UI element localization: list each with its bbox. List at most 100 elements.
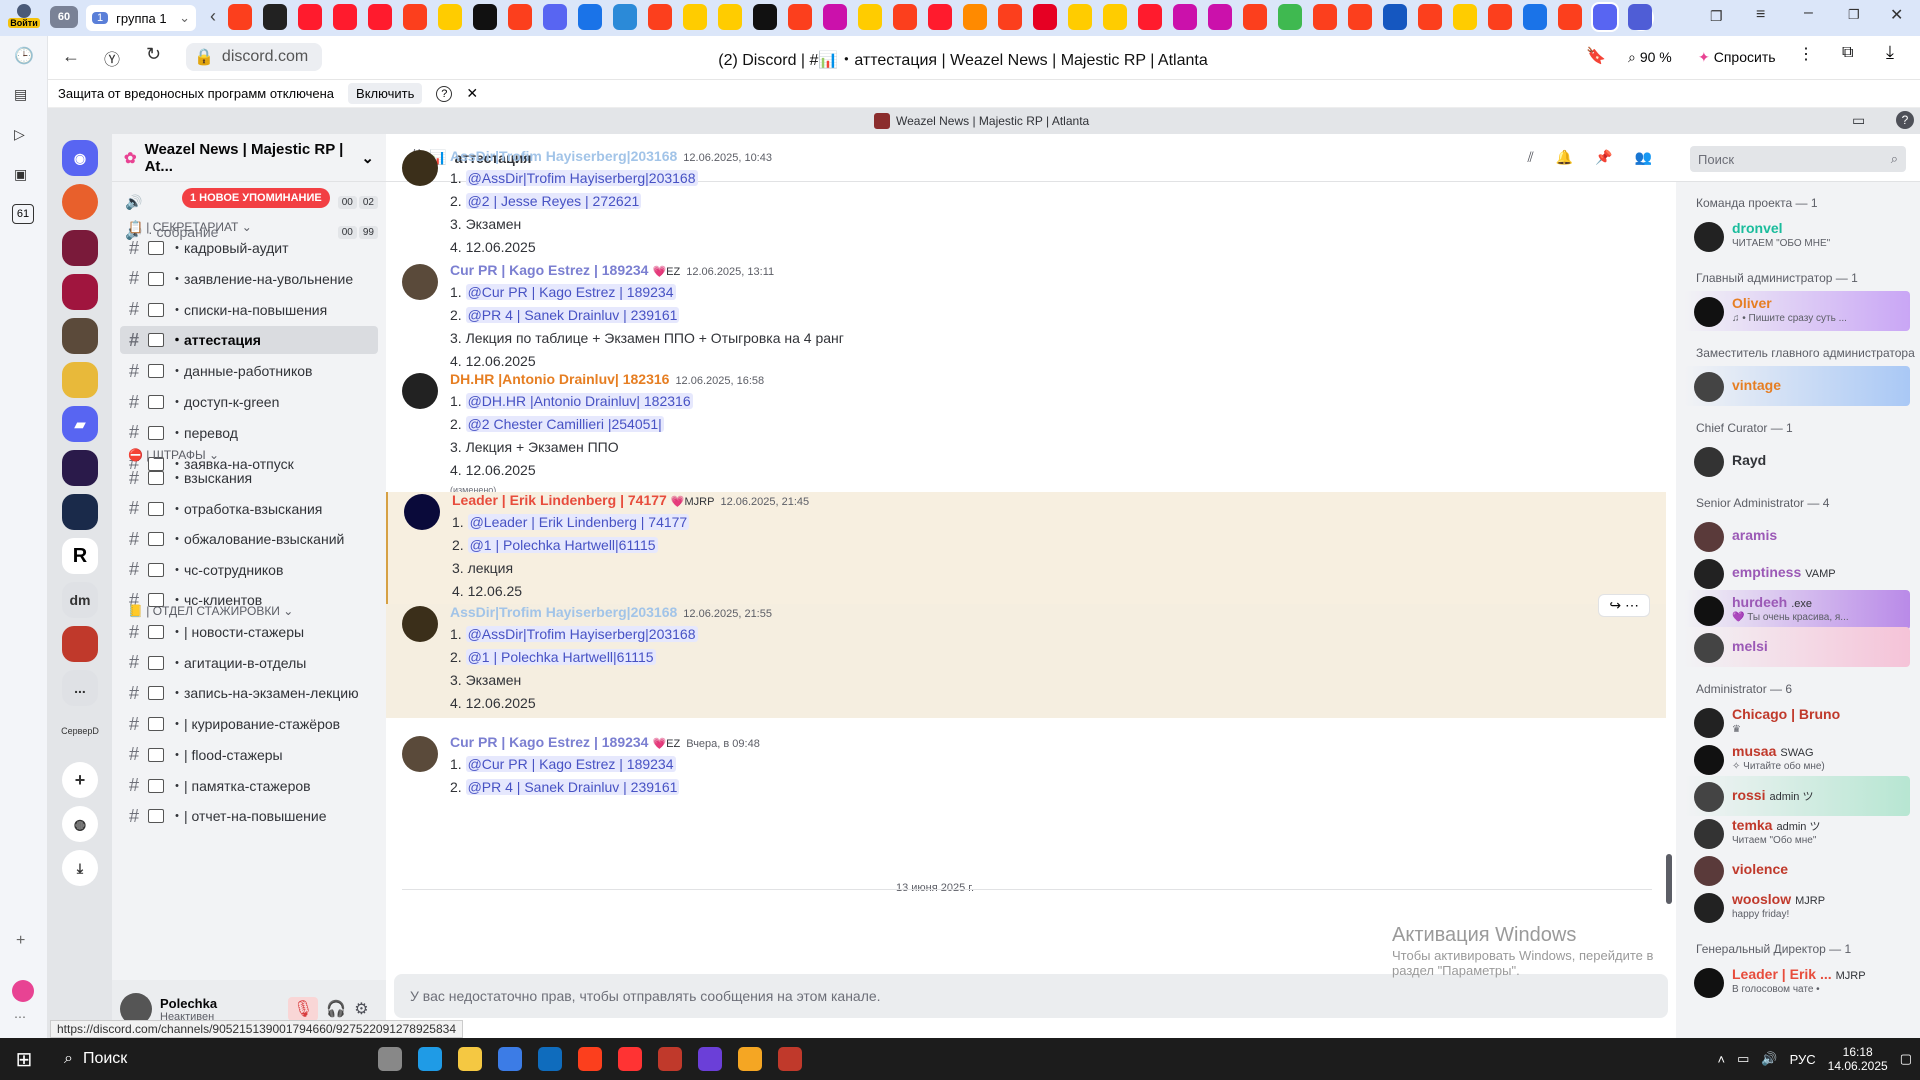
avatar[interactable] — [402, 150, 438, 186]
author-name[interactable]: Cur PR | Kago Estrez | 189234 — [450, 262, 648, 278]
member-item[interactable]: hurdeeh .exe 💜 Ты очень красива, я... — [1684, 590, 1910, 630]
play-icon[interactable] — [858, 4, 882, 30]
member-item[interactable]: violence — [1684, 850, 1910, 890]
server-icon-brown[interactable] — [62, 318, 98, 354]
message[interactable]: Leader | Erik Lindenberg | 74177 💗MJRP 12.… — [386, 492, 1666, 606]
yandex-browser-icon[interactable] — [578, 1047, 602, 1071]
yandex-icon[interactable] — [1558, 4, 1582, 30]
back-icon[interactable]: ← — [62, 46, 80, 67]
gallery-icon[interactable]: ▣ — [14, 166, 27, 183]
author-name[interactable]: DH.HR |Antonio Drainluv| 182316 — [450, 371, 669, 387]
server-icon-red[interactable] — [62, 230, 98, 266]
network-icon[interactable]: ▭ — [1737, 1051, 1749, 1067]
channel-item[interactable]: # ・отработка-взыскания — [120, 495, 378, 523]
message[interactable]: Cur PR | Kago Estrez | 189234 💗EZ 12.06.20… — [386, 262, 1666, 376]
yandex-icon[interactable] — [1313, 4, 1337, 30]
store-icon[interactable] — [498, 1047, 522, 1071]
category-secretariat[interactable]: 📋 | СЕКРЕТАРИАТ ⌄ — [128, 220, 252, 234]
member-item[interactable]: Chicago | Bruno ♛ — [1684, 702, 1910, 742]
yandex-icon[interactable] — [403, 4, 427, 30]
member-item[interactable]: dronvel ЧИТАЕМ "ОБО МНЕ" — [1684, 216, 1910, 256]
task-view-icon[interactable] — [378, 1047, 402, 1071]
message-author[interactable]: Leader | Erik Lindenberg | 74177 💗MJRP 12.… — [452, 492, 809, 508]
scrollbar-thumb[interactable] — [1666, 854, 1672, 904]
message-author[interactable]: Cur PR | Kago Estrez | 189234 💗EZ Вчера, в… — [450, 734, 760, 750]
add-server-icon[interactable]: + — [62, 762, 98, 798]
discover-icon[interactable]: ◍ — [62, 806, 98, 842]
folder-icon[interactable]: ▰ — [62, 406, 98, 442]
avatar[interactable] — [402, 264, 438, 300]
play-icon[interactable] — [1453, 4, 1477, 30]
message[interactable]: DH.HR |Antonio Drainluv| 182316 12.06.202… — [386, 371, 1666, 501]
member-item[interactable]: emptiness VAMP — [1684, 553, 1910, 593]
play-icon[interactable] — [438, 4, 462, 30]
category-fines[interactable]: ⛔ | ШТРАФЫ ⌄ — [128, 448, 219, 462]
user-mention[interactable]: @2 Chester Camillieri |254051| — [465, 416, 664, 432]
r-square-icon[interactable] — [473, 4, 497, 30]
download-apps-icon[interactable]: ⤓ — [62, 850, 98, 886]
close-window-icon[interactable]: ✕ — [1890, 5, 1903, 25]
play-icon[interactable] — [718, 4, 742, 30]
game2-icon[interactable] — [778, 1047, 802, 1071]
zoom-pill[interactable]: ⌕ 90 % — [1628, 43, 1672, 71]
member-item[interactable]: Leader | Erik ... MJRP В голосовом чате • — [1684, 962, 1910, 1002]
server-icon-fire[interactable] — [62, 184, 98, 220]
hd-icon[interactable] — [1278, 4, 1302, 30]
yandex-icon[interactable] — [788, 4, 812, 30]
yandex-icon[interactable] — [1243, 4, 1267, 30]
badge-icon[interactable]: 61 — [12, 204, 34, 224]
avatar[interactable] — [402, 736, 438, 772]
channel-item[interactable]: # ・кадровый-аудит — [120, 234, 378, 262]
more-options-icon[interactable]: ⋮ — [1798, 44, 1814, 64]
enable-button[interactable]: Включить — [348, 83, 423, 104]
help-icon[interactable]: ? — [1896, 111, 1914, 129]
message-author[interactable]: Cur PR | Kago Estrez | 189234 💗EZ 12.06.20… — [450, 262, 774, 278]
headphones-icon[interactable]: 🎧 — [326, 999, 346, 1019]
restore-icon[interactable]: ❐ — [1848, 7, 1860, 23]
more-icon[interactable]: ⋯ — [14, 1010, 26, 1024]
add-panel-icon[interactable]: + — [16, 932, 25, 950]
author-name[interactable]: AssDir|Trofim Hayiserberg|203168 — [450, 604, 677, 620]
notifications-icon[interactable]: ▢ — [1900, 1051, 1912, 1067]
server-icon-red2[interactable] — [62, 626, 98, 662]
channel-item[interactable]: # ・| курирование-стажёров — [120, 710, 378, 738]
profile-button[interactable]: Войти — [8, 2, 40, 34]
member-item[interactable]: temka admin ツ Читаем "Обо мне" — [1684, 813, 1910, 853]
clock[interactable]: 16:18 14.06.2025 — [1828, 1045, 1888, 1073]
message[interactable]: Cur PR | Kago Estrez | 189234 💗EZ Вчера, в… — [386, 734, 1666, 802]
taskbar-search[interactable]: ⌕ Поиск — [48, 1038, 368, 1080]
user-mention[interactable]: @Leader | Erik Lindenberg | 74177 — [467, 514, 690, 530]
server-header[interactable]: ✿ Weazel News | Majestic RP | At... ⌄ — [112, 134, 386, 182]
yandex-icon[interactable] — [893, 4, 917, 30]
tray-chevron-icon[interactable]: ˄ — [1718, 1052, 1726, 1067]
yandex-icon[interactable] — [508, 4, 532, 30]
tab-group-chip[interactable]: 1 группа 1 ⌄ — [86, 5, 196, 31]
yandex-icon[interactable] — [228, 4, 252, 30]
user-mention[interactable]: @AssDir|Trofim Hayiserberg|203168 — [465, 626, 698, 642]
note-icon[interactable] — [1383, 4, 1407, 30]
edge-icon[interactable] — [418, 1047, 442, 1071]
collections-panel-icon[interactable]: ⧉ — [1842, 44, 1853, 62]
channel-item[interactable]: # ・списки-на-повышения — [120, 296, 378, 324]
close-warning-icon[interactable]: ✕ — [466, 85, 478, 102]
video-icon[interactable]: ▷ — [14, 126, 25, 143]
channel-item[interactable]: # ・запись-на-экзамен-лекцию — [120, 679, 378, 707]
channel-item[interactable]: # ・взыскания — [120, 464, 378, 492]
discord-icon[interactable] — [543, 4, 567, 30]
bookmark-icon[interactable]: 🔖 — [1586, 46, 1606, 66]
yandex-logo-icon[interactable]: Ⓨ — [104, 46, 120, 70]
app-purple-icon[interactable] — [698, 1047, 722, 1071]
yandex-icon[interactable] — [648, 4, 672, 30]
url-pill[interactable]: 🔒 discord.com — [186, 43, 322, 71]
more-icon[interactable]: ⋯ — [1625, 597, 1639, 613]
channel-item[interactable]: # ・чс-сотрудников — [120, 556, 378, 584]
file-explorer-icon[interactable] — [458, 1047, 482, 1071]
circle-dark-icon[interactable] — [263, 4, 287, 30]
server-icon-dm[interactable]: dm — [62, 582, 98, 618]
member-item[interactable]: melsi — [1684, 627, 1910, 667]
play-icon[interactable] — [1103, 4, 1127, 30]
game-icon[interactable] — [658, 1047, 682, 1071]
yandex-icon[interactable] — [618, 1047, 642, 1071]
member-item[interactable]: Oliver ♫ • Пишите сразу суть ... — [1684, 291, 1910, 331]
user-mention[interactable]: @2 | Jesse Reyes | 272621 — [465, 193, 642, 209]
